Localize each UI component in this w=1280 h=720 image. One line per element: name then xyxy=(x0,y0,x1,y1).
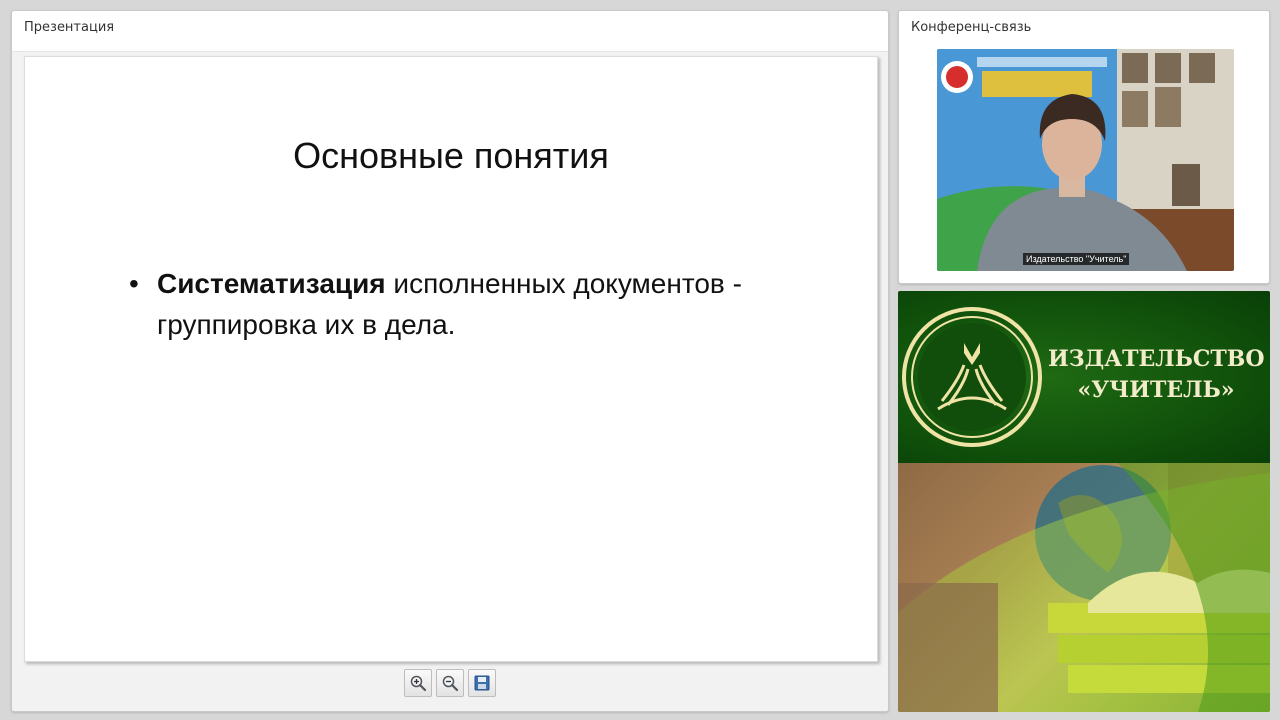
presentation-header: Презентация xyxy=(12,11,888,52)
bullet-bold-term: Систематизация xyxy=(157,268,386,299)
slide: Основные понятия • Систематизация исполн… xyxy=(24,56,878,662)
publisher-name-line1: ИЗДАТЕЛЬСТВО xyxy=(1048,346,1265,372)
conference-panel: Конференц-связь Издательство "Учитель" xyxy=(898,10,1270,284)
books-globe-image xyxy=(898,463,1270,712)
presentation-toolbar xyxy=(12,669,888,699)
slide-bullet: • Систематизация исполненных документов … xyxy=(129,263,749,345)
bullet-text: Систематизация исполненных документов - … xyxy=(157,263,749,345)
zoom-in-button[interactable] xyxy=(404,669,432,697)
publisher-banner-image xyxy=(898,463,1270,712)
publisher-logo-icon xyxy=(902,307,1042,447)
save-icon xyxy=(474,675,490,691)
video-feed[interactable]: Издательство "Учитель" xyxy=(937,49,1234,271)
speaker-video-image xyxy=(937,49,1234,271)
publisher-name: ИЗДАТЕЛЬСТВО «УЧИТЕЛЬ» xyxy=(1048,344,1265,406)
save-button[interactable] xyxy=(468,669,496,697)
publisher-name-line2: «УЧИТЕЛЬ» xyxy=(1077,377,1235,403)
video-caption: Издательство "Учитель" xyxy=(1023,253,1130,265)
zoom-out-icon xyxy=(442,675,459,692)
presentation-title: Презентация xyxy=(24,20,115,35)
publisher-banner: ИЗДАТЕЛЬСТВО «УЧИТЕЛЬ» xyxy=(898,291,1270,712)
zoom-out-button[interactable] xyxy=(436,669,464,697)
slide-title: Основные понятия xyxy=(293,135,609,176)
conference-title: Конференц-связь xyxy=(911,20,1032,35)
presentation-panel: Презентация Основные понятия • Системати… xyxy=(11,10,889,712)
publisher-banner-top: ИЗДАТЕЛЬСТВО «УЧИТЕЛЬ» xyxy=(898,291,1270,463)
zoom-in-icon xyxy=(410,675,427,692)
bullet-marker: • xyxy=(129,268,139,299)
